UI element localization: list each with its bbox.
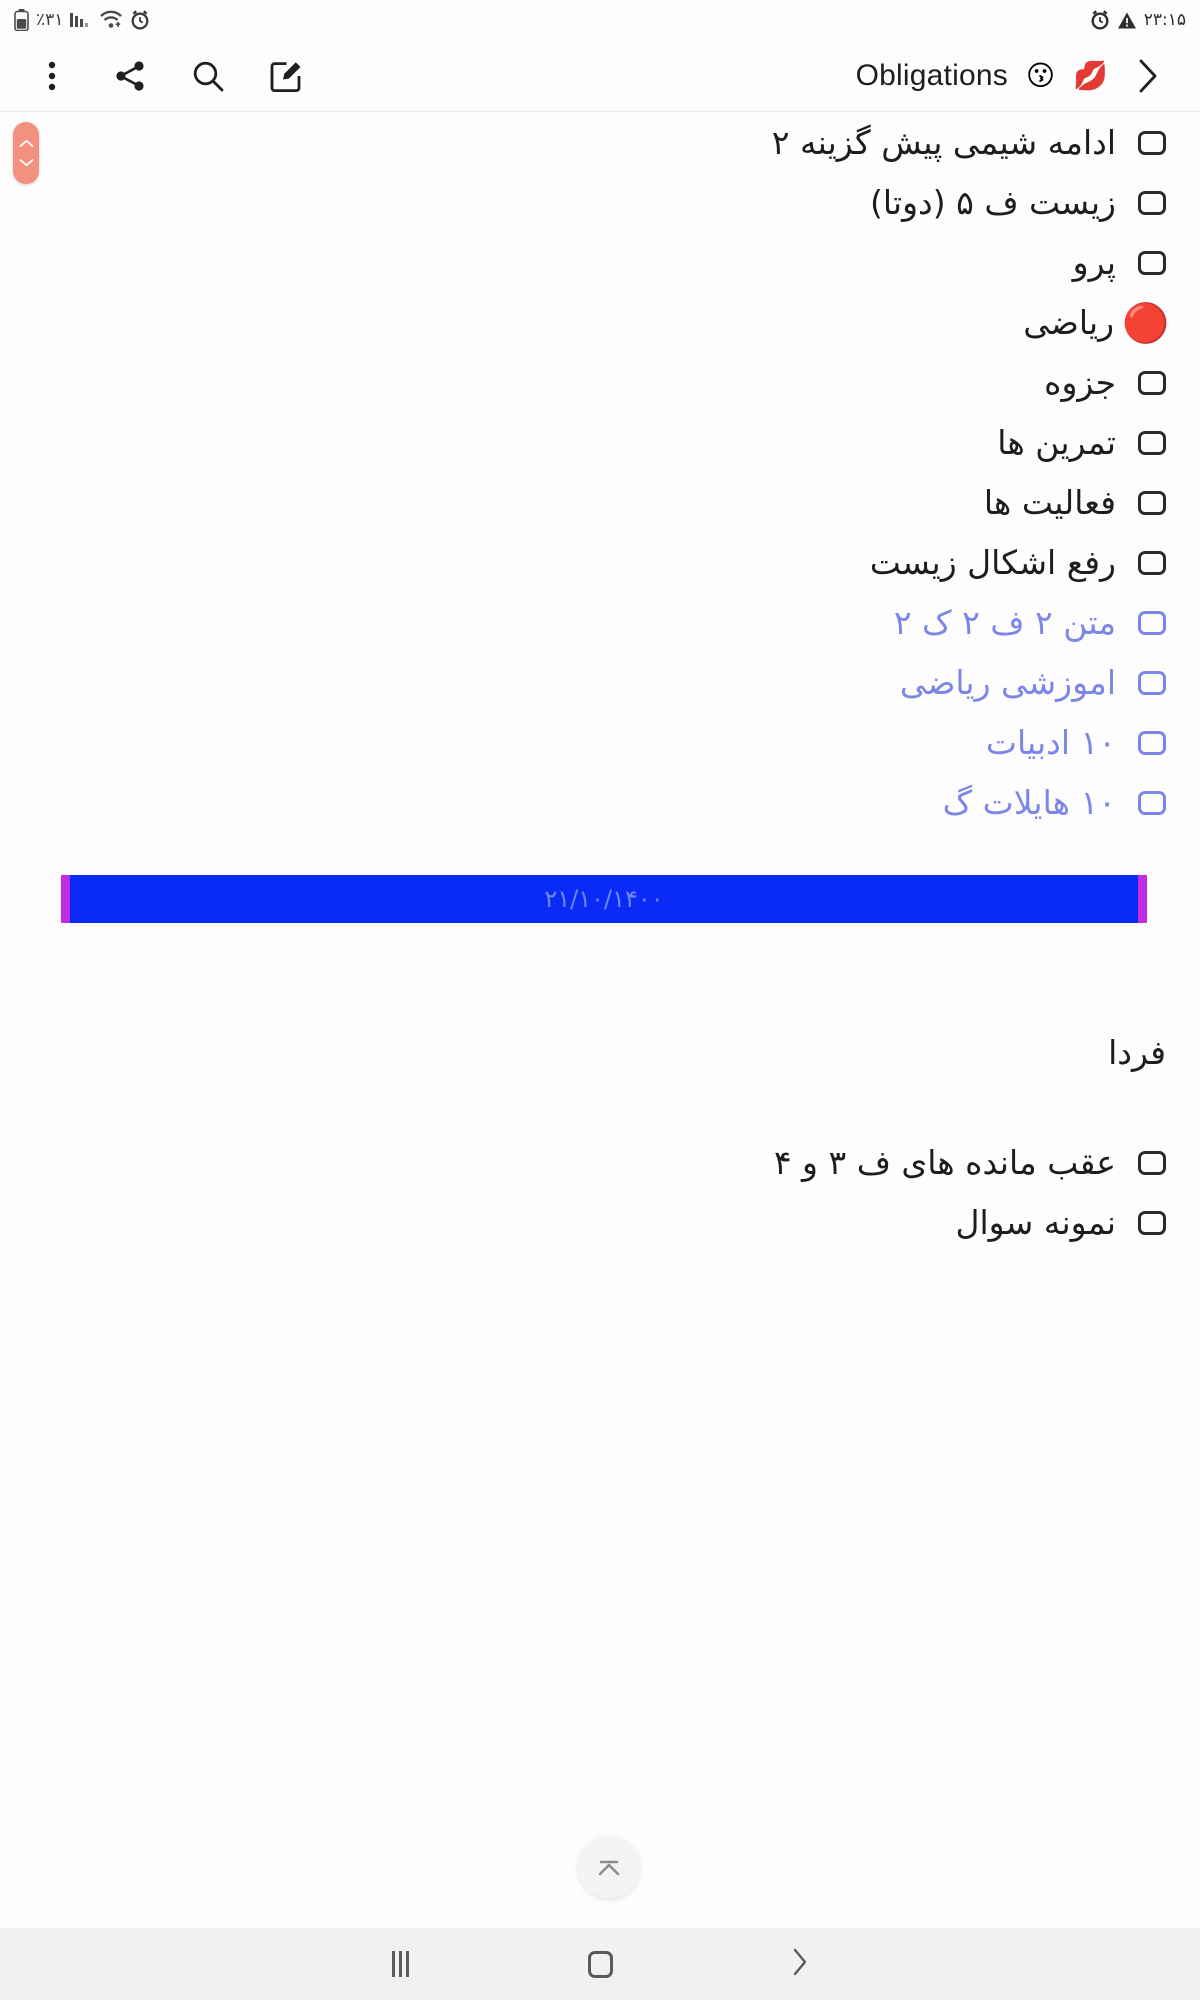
- home-icon: [587, 1950, 613, 1978]
- checkbox-icon[interactable]: [1138, 791, 1166, 815]
- battery-icon: [14, 9, 29, 31]
- checklist-item-label: ۱۰ ادبیات: [985, 722, 1116, 762]
- kissing-face-emoji: 😗: [1025, 58, 1056, 92]
- checklist-item-label: متن ۲ ف ۲ ک ۲: [893, 602, 1116, 642]
- alarm-clock-icon: [130, 10, 150, 30]
- checklist-item-label: ۱۰ هایلات گ: [942, 782, 1116, 822]
- checkbox-icon[interactable]: [1138, 671, 1166, 695]
- alarm-clock-icon: [1090, 10, 1110, 30]
- date-banner: ۲۱/۱۰/۱۴۰۰: [61, 875, 1147, 923]
- checklist-item[interactable]: اموزشی ریاضی: [0, 653, 1200, 713]
- checklist-item-label: اموزشی ریاضی: [899, 662, 1116, 702]
- checkbox-icon[interactable]: [1138, 131, 1166, 155]
- app-header-title-area: Obligations 😗 💋: [856, 54, 1170, 98]
- overflow-menu-icon[interactable]: [30, 54, 74, 98]
- checklist-item[interactable]: 🔴 ریاضی: [0, 293, 1200, 353]
- checklist-item-label: تمرین ها: [997, 422, 1116, 462]
- checkbox-icon[interactable]: [1138, 611, 1166, 635]
- recents-button[interactable]: [300, 1928, 500, 2000]
- status-bar-clock: ۲۳:۱۵: [1143, 10, 1186, 30]
- checklist-item[interactable]: ادامه شیمی پیش گزینه ۲: [0, 113, 1200, 173]
- checkbox-icon[interactable]: [1138, 251, 1166, 275]
- checklist-item[interactable]: زیست ف ۵ (دوتا): [0, 173, 1200, 233]
- recents-icon: [391, 1951, 409, 1977]
- section-heading-label: فردا: [1108, 1033, 1166, 1072]
- back-button[interactable]: [700, 1928, 900, 2000]
- status-bar-left: ٪۳۱: [14, 9, 150, 31]
- checklist-item[interactable]: عقب مانده های ف ۳ و ۴: [0, 1133, 1200, 1193]
- checklist-item-label: رفع اشکال زیست: [869, 542, 1116, 582]
- page-title: Obligations: [855, 58, 1008, 92]
- checklist-item[interactable]: فعالیت ها: [0, 473, 1200, 533]
- checkbox-icon[interactable]: [1138, 1211, 1166, 1236]
- section-heading-tomorrow: فردا: [0, 1033, 1200, 1072]
- signal-bars-icon: [70, 10, 92, 30]
- checklist-item[interactable]: رفع اشکال زیست: [0, 533, 1200, 593]
- status-bar: ٪۳۱ ۲۳:۱۵: [0, 0, 1200, 40]
- checkbox-icon[interactable]: [1138, 431, 1166, 455]
- checklist-item[interactable]: پرو: [0, 233, 1200, 293]
- home-button[interactable]: [500, 1928, 700, 2000]
- checklist-item-label: ریاضی: [1023, 302, 1114, 342]
- date-banner-label: ۲۱/۱۰/۱۴۰۰: [544, 885, 664, 913]
- checkbox-icon[interactable]: [1138, 491, 1166, 515]
- app-header-actions: [30, 54, 308, 98]
- app-header: Obligations 😗 💋: [0, 40, 1200, 112]
- kiss-mark-emoji: 💋: [1073, 58, 1108, 92]
- checklist-item-label: نمونه سوال: [955, 1203, 1116, 1243]
- checkbox-icon[interactable]: [1138, 731, 1166, 755]
- checkbox-icon[interactable]: [1138, 191, 1166, 215]
- checklist-item-label: عقب مانده های ف ۳ و ۴: [773, 1143, 1116, 1183]
- checkbox-icon[interactable]: [1138, 551, 1166, 575]
- checklist-item-label: زیست ف ۵ (دوتا): [870, 182, 1116, 222]
- phone-screen: ٪۳۱ ۲۳:۱۵ Obligations 😗 💋 ادامه شیمی پیش…: [0, 0, 1200, 2000]
- chevron-right-icon: [791, 1947, 809, 1981]
- checklist-item-label: جزوه: [1044, 362, 1116, 402]
- scroll-to-top-button[interactable]: [578, 1836, 640, 1898]
- checklist: ادامه شیمی پیش گزینه ۲ زیست ف ۵ (دوتا) پرو…: [0, 113, 1200, 833]
- checkbox-icon[interactable]: [1138, 371, 1166, 395]
- checklist-item[interactable]: نمونه سوال: [0, 1193, 1200, 1253]
- edit-icon[interactable]: [264, 54, 308, 98]
- search-icon[interactable]: [186, 54, 230, 98]
- checklist-item-label: فعالیت ها: [983, 482, 1116, 522]
- share-icon[interactable]: [108, 54, 152, 98]
- checkbox-icon[interactable]: [1138, 1151, 1166, 1176]
- checklist-item[interactable]: ۱۰ هایلات گ: [0, 773, 1200, 833]
- battery-percent-label: ٪۳۱: [36, 10, 64, 30]
- note-body: ادامه شیمی پیش گزینه ۲ زیست ف ۵ (دوتا) پرو…: [0, 113, 1200, 1253]
- checklist-item[interactable]: جزوه: [0, 353, 1200, 413]
- red-circle-emoji: 🔴: [1122, 301, 1170, 345]
- checklist-item-label: ادامه شیمی پیش گزینه ۲: [771, 122, 1116, 162]
- checklist-tomorrow: عقب مانده های ف ۳ و ۴ نمونه سوال: [0, 1133, 1200, 1253]
- chevron-right-icon[interactable]: [1126, 54, 1170, 98]
- checklist-item-label: پرو: [1072, 242, 1116, 282]
- checklist-item[interactable]: ۱۰ ادبیات: [0, 713, 1200, 773]
- checklist-item[interactable]: تمرین ها: [0, 413, 1200, 473]
- status-bar-right: ۲۳:۱۵: [1090, 10, 1186, 30]
- date-banner-wrapper: ۲۱/۱۰/۱۴۰۰: [0, 875, 1200, 923]
- wifi-icon: [99, 10, 123, 30]
- system-navigation-bar: [0, 1928, 1200, 2000]
- checklist-item[interactable]: متن ۲ ف ۲ ک ۲: [0, 593, 1200, 653]
- warning-triangle-icon: [1117, 11, 1137, 30]
